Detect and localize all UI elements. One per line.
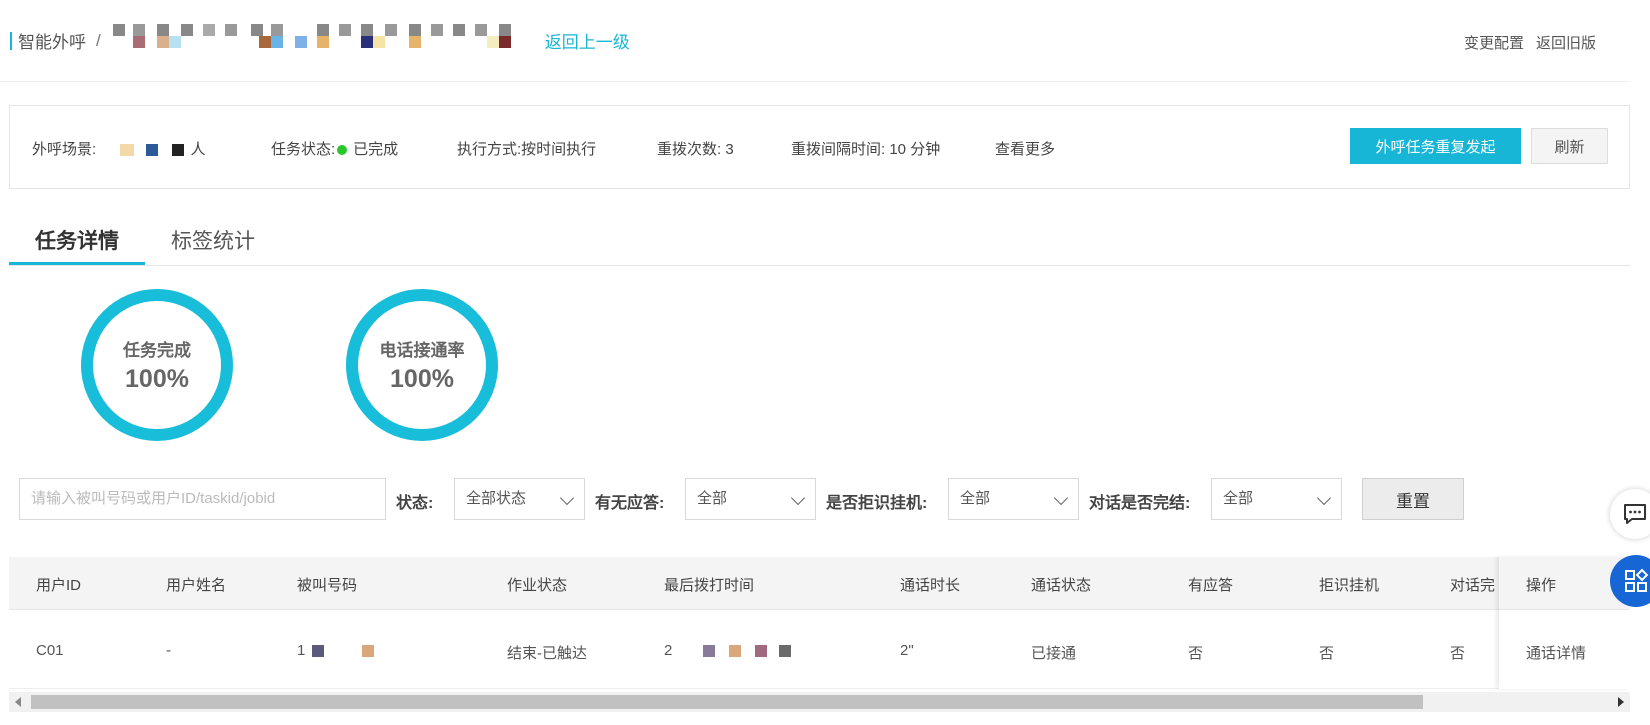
redial-count-label: 重拨次数: [657,141,722,158]
chevron-down-icon [790,490,806,506]
breadcrumb-root[interactable]: 智能外呼 [18,28,86,53]
cell-duration: 2" [900,642,914,659]
table-header: 用户ID 用户姓名 被叫号码 作业状态 最后拨打时间 通话时长 通话状态 有应答… [9,557,1630,610]
search-input[interactable]: 请输入被叫号码或用户ID/taskid/jobid [19,478,386,520]
col-phone: 被叫号码 [297,577,358,594]
col-duration: 通话时长 [900,577,961,594]
cell-rejected: 否 [1319,645,1335,662]
redial-interval-info: 重拨间隔时间: 10 分钟 [791,138,940,159]
cell-call-status: 已接通 [1031,645,1077,662]
cell-phone-prefix: 1 [297,642,306,659]
table-row: C01 - 1 结束-已触达 2 2" 已接通 否 否 否 [9,610,1630,689]
task-completion-label: 任务完成 [123,341,191,360]
phone-redacted [310,645,388,658]
tab-bar: 任务详情 标签统计 [9,217,1630,266]
scene-redacted [100,143,186,157]
last-call-redacted [677,645,797,658]
cell-job-status: 结束-已触达 [507,645,587,662]
col-last-call: 最后拨打时间 [664,577,755,594]
cell-completed: 否 [1450,645,1466,662]
task-status-info: 任务状态: 已完成 [271,138,398,159]
tab-task-details[interactable]: 任务详情 [9,225,145,265]
task-completion-value: 100% [125,365,189,393]
answer-select[interactable]: 全部 [685,478,816,520]
cell-last-call: 2 [664,642,797,659]
cell-last-call-prefix: 2 [664,642,673,659]
restart-task-button[interactable]: 外呼任务重复发起 [1350,128,1521,164]
exec-mode-info: 执行方式:按时间执行 [457,138,596,159]
scene-suffix: 人 [190,141,206,158]
status-select-value: 全部状态 [466,490,527,507]
chevron-down-icon [559,490,575,506]
redial-count-info: 重拨次数: 3 [657,138,734,159]
answer-filter-label: 有无应答: [595,495,665,512]
view-more-link[interactable]: 查看更多 [995,138,1055,159]
reset-button[interactable]: 重置 [1362,478,1464,520]
cell-answered: 否 [1188,645,1204,662]
answer-select-value: 全部 [697,490,728,507]
breadcrumb-redacted-task-name [111,23,531,52]
col-call-status: 通话状态 [1031,577,1092,594]
connect-rate-ring: 电话接通率 100% [346,289,498,441]
col-job-status: 作业状态 [507,577,568,594]
exec-mode-value: 按时间执行 [521,141,597,158]
breadcrumb-accent-bar [10,31,12,50]
col-user-name: 用户姓名 [166,577,227,594]
status-select[interactable]: 全部状态 [454,478,585,520]
scroll-right-icon[interactable] [1618,697,1624,707]
redial-count-value: 3 [725,141,734,158]
chat-float-button[interactable] [1610,489,1650,539]
refresh-button[interactable]: 刷新 [1531,128,1608,164]
cell-user-name: - [166,642,171,659]
cell-phone: 1 [297,642,388,659]
cell-user-id: C01 [36,642,64,659]
status-filter-label: 状态: [396,495,434,512]
complete-select[interactable]: 全部 [1211,478,1342,520]
back-to-old-version-link[interactable]: 返回旧版 [1536,32,1596,53]
apps-grid-icon [1625,568,1649,592]
change-config-link[interactable]: 变更配置 [1464,32,1524,53]
scroll-left-icon[interactable] [15,697,21,707]
page-header: 智能外呼 / 返回上一级 变更配置 返回旧版 [0,0,1630,82]
chevron-down-icon [1316,490,1332,506]
col-completed: 对话完 [1450,577,1496,594]
chevron-down-icon [1053,490,1069,506]
redial-interval-value: 10 分钟 [889,141,941,158]
col-answered: 有应答 [1188,577,1234,594]
tab-tag-statistics[interactable]: 标签统计 [171,225,255,265]
scrollbar-thumb[interactable] [31,695,1423,709]
complete-select-value: 全部 [1223,490,1254,507]
task-status-value: 已完成 [353,141,399,158]
chat-icon [1624,504,1646,524]
task-completion-ring: 任务完成 100% [81,289,233,441]
scene-info: 外呼场景: 人 [32,138,206,159]
reject-select-value: 全部 [960,490,991,507]
exec-mode-label: 执行方式: [457,141,522,158]
connect-rate-value: 100% [390,365,454,393]
breadcrumb-separator: / [96,30,101,50]
connect-rate-label: 电话接通率 [379,341,465,360]
back-link[interactable]: 返回上一级 [545,28,630,53]
col-rejected: 拒识挂机 [1319,577,1380,594]
reject-select[interactable]: 全部 [948,478,1079,520]
call-details-link[interactable]: 通话详情 [1526,642,1586,663]
status-dot-icon [337,144,348,155]
col-action: 操作 [1526,577,1557,594]
breadcrumb: 智能外呼 / 返回上一级 [10,23,630,53]
task-status-label: 任务状态: [271,141,336,158]
task-info-panel: 外呼场景: 人 任务状态: 已完成 执行方式:按时间执行 重拨次数: 3 重拨间隔… [9,105,1630,189]
col-user-id: 用户ID [36,577,82,594]
scene-label: 外呼场景: [32,141,97,158]
header-actions: 变更配置 返回旧版 [1464,32,1596,53]
reject-filter-label: 是否拒识挂机: [826,495,928,512]
results-table: 用户ID 用户姓名 被叫号码 作业状态 最后拨打时间 通话时长 通话状态 有应答… [9,557,1630,689]
redial-interval-label: 重拨间隔时间: [791,141,886,158]
horizontal-scrollbar[interactable] [9,692,1630,712]
complete-filter-label: 对话是否完结: [1089,495,1191,512]
